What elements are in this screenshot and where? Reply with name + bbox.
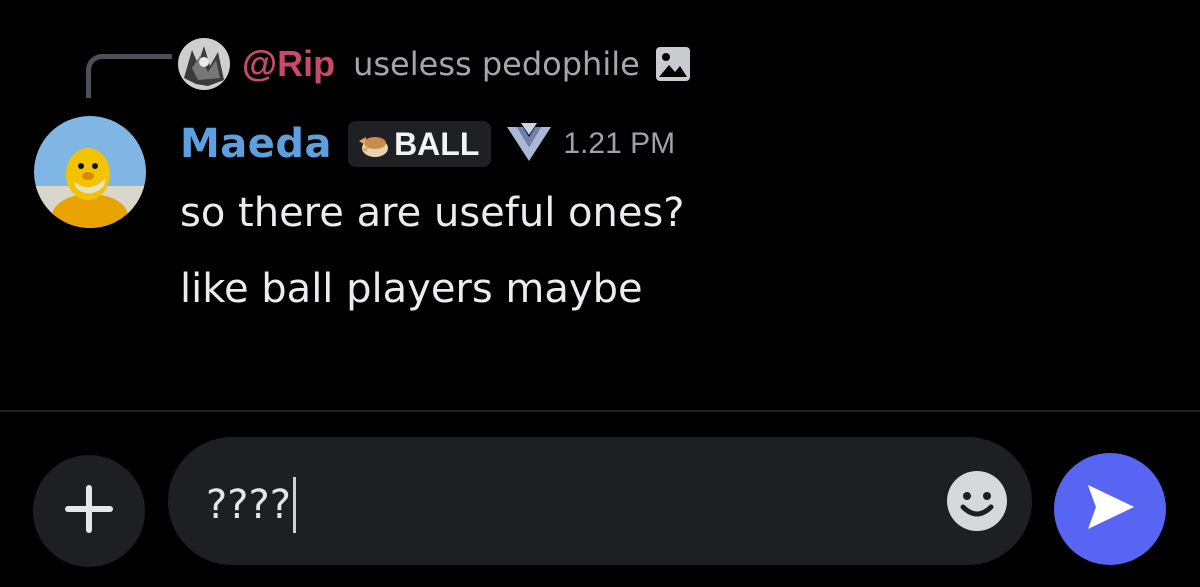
message-line: like ball players maybe	[180, 266, 643, 312]
server-tag-label: BALL	[394, 125, 480, 162]
text-caret	[292, 477, 296, 533]
reply-message-text: useless pedophile	[353, 45, 640, 83]
reply-preview[interactable]: @Rip useless pedophile	[178, 36, 692, 92]
send-arrow-icon	[1080, 477, 1140, 541]
message-header: Maeda BALL 1.21 PM	[180, 116, 675, 172]
send-button[interactable]	[1054, 453, 1166, 565]
rank-chevron-icon	[503, 121, 555, 167]
username[interactable]: Maeda	[180, 121, 332, 167]
message-line: so there are useful ones?	[180, 190, 685, 236]
attach-button[interactable]	[33, 455, 145, 567]
chat-screen: @Rip useless pedophile Maeda BALL 1.21 P…	[0, 0, 1200, 587]
timestamp: 1.21 PM	[563, 127, 676, 160]
message-input[interactable]: ????	[168, 437, 1032, 565]
image-icon	[654, 45, 692, 83]
reply-author-name[interactable]: @Rip	[242, 43, 335, 85]
reply-connector-line	[86, 54, 172, 98]
server-tag-badge[interactable]: BALL	[348, 121, 492, 167]
plus-icon	[61, 481, 117, 541]
avatar[interactable]	[34, 116, 146, 228]
reply-avatar	[178, 38, 230, 90]
smiley-icon	[945, 471, 1009, 537]
fist-icon	[356, 129, 390, 159]
message-input-value: ????	[206, 482, 291, 528]
message-input-text[interactable]: ????	[206, 475, 296, 535]
emoji-button[interactable]	[945, 469, 1009, 533]
composer-divider	[0, 410, 1200, 412]
